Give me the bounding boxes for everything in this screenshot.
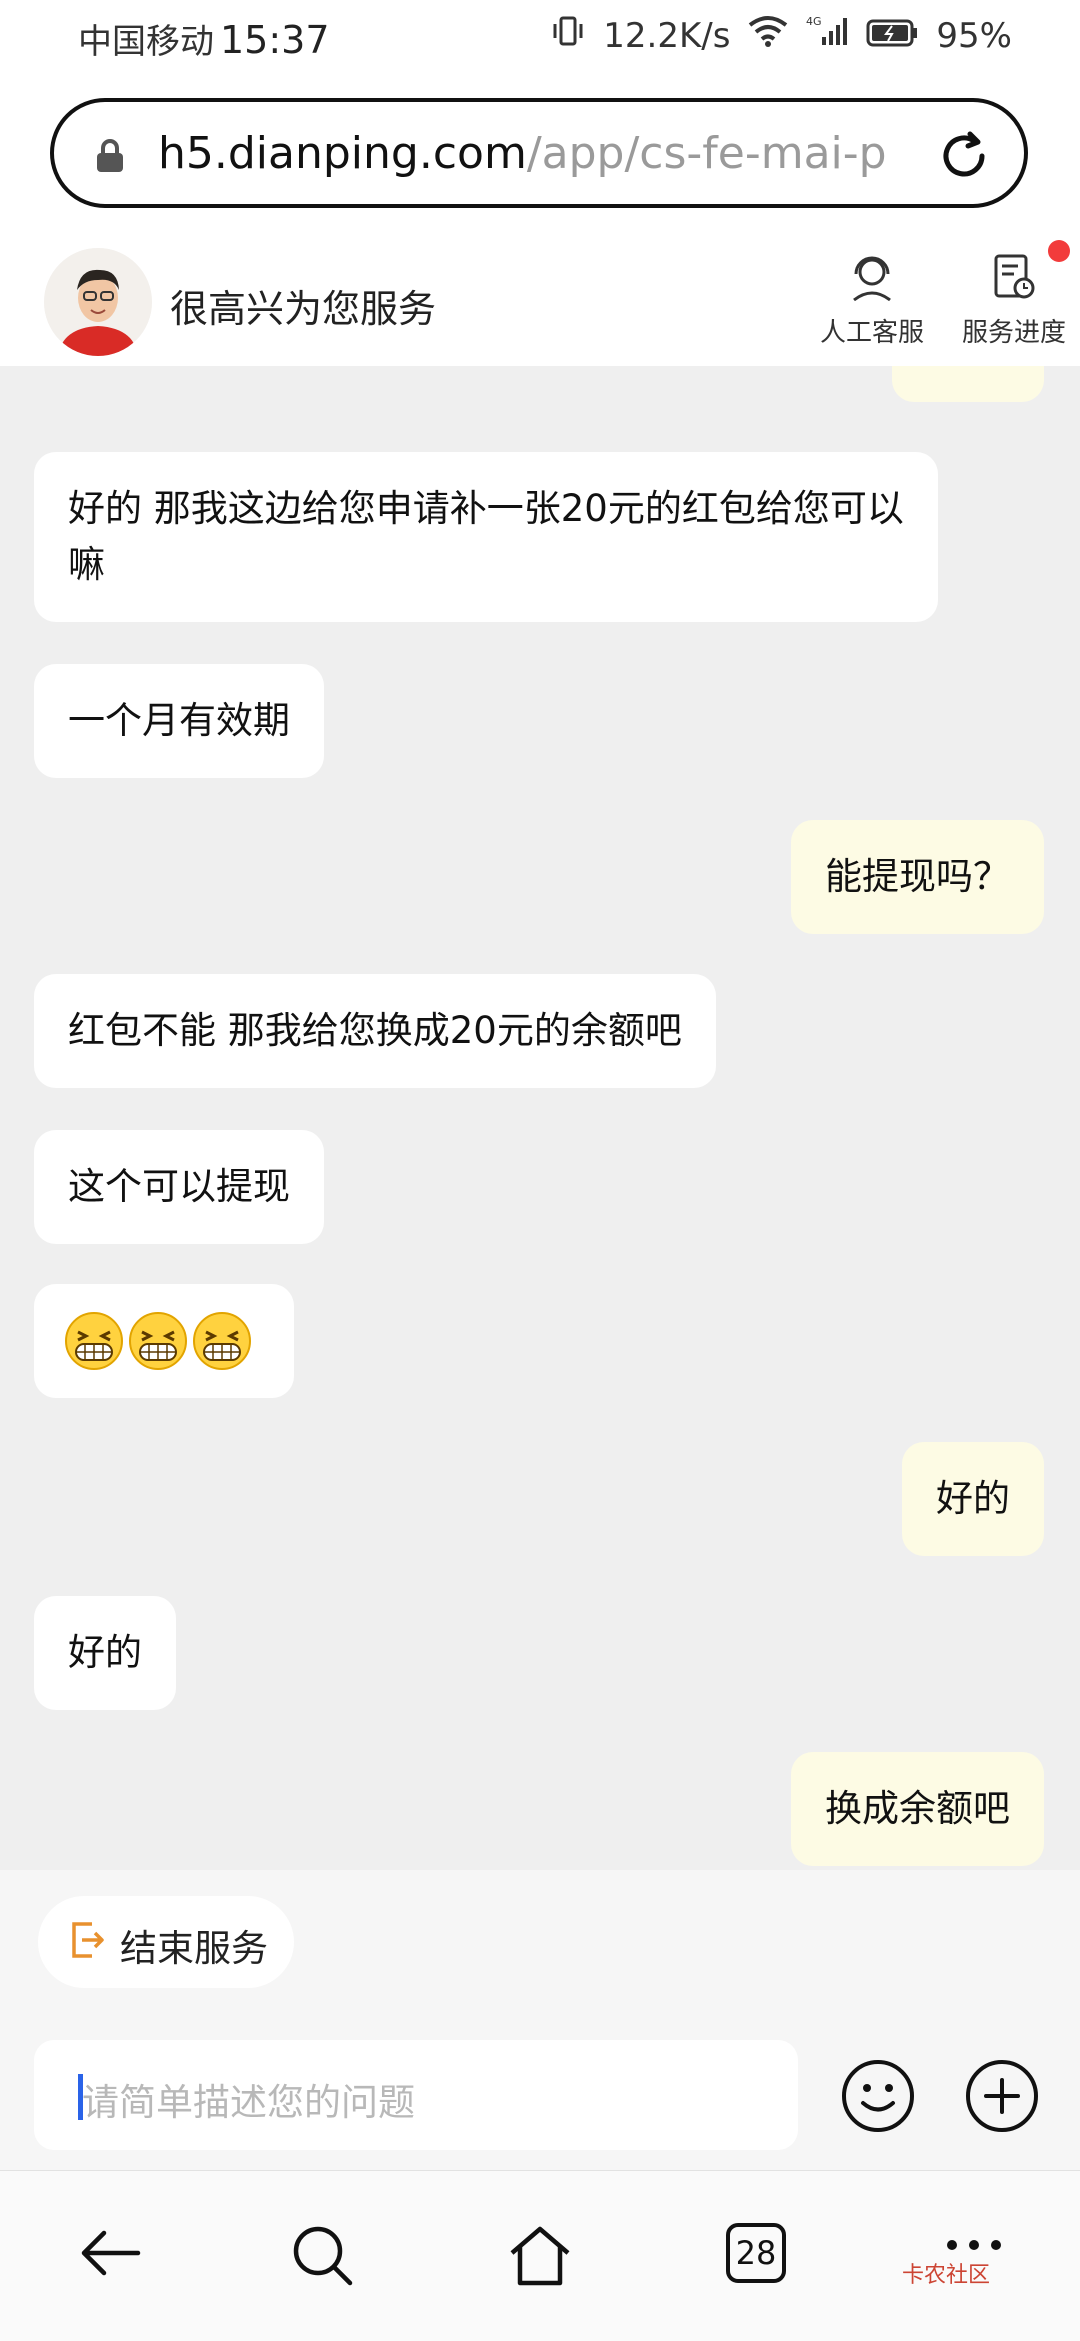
tabs-button[interactable]: 28 — [726, 2223, 786, 2283]
smiley-icon[interactable] — [838, 2056, 918, 2136]
wifi-icon — [748, 15, 788, 56]
carrier-name: 中国移动 — [78, 22, 214, 62]
search-icon[interactable] — [290, 2223, 358, 2287]
lock-icon — [97, 139, 123, 172]
message-text: 这个可以提现 — [68, 1165, 290, 1208]
url-path: /app/cs-fe-mai-p — [526, 128, 887, 179]
message-bubble: 红包不能 那我给您换成20元的余额吧 — [34, 974, 716, 1088]
url-bar[interactable]: h5.dianping.com/app/cs-fe-mai-p — [50, 98, 1028, 208]
message-bubble: 好的 — [902, 1442, 1044, 1556]
browser-toolbar: h5.dianping.com/app/cs-fe-mai-p — [0, 76, 1080, 228]
message-bubble: 好的 那我这边给您申请补一张20元的红包给您可以嘛 — [34, 452, 938, 622]
service-progress-button[interactable]: 服务进度 — [962, 250, 1066, 349]
vibrate-icon — [551, 14, 585, 57]
message-text: 换成余额吧 — [825, 1787, 1010, 1830]
header-title: 很高兴为您服务 — [170, 287, 437, 331]
back-arrow-icon[interactable] — [76, 2223, 144, 2283]
end-service-button[interactable]: 结束服务 — [38, 1896, 294, 1988]
message-text: 好的 — [936, 1477, 1010, 1520]
progress-doc-icon — [994, 254, 1035, 299]
message-bubble: 能提现吗？ — [791, 820, 1044, 934]
message-text: 红包不能 那我给您换成20元的余额吧 — [68, 1009, 682, 1052]
notification-dot — [1048, 240, 1070, 262]
chat-footer: 结束服务 请简单描述您的问题 — [0, 1870, 1080, 2170]
headset-icon — [853, 256, 891, 302]
human-service-button[interactable]: 人工客服 — [820, 250, 924, 349]
net-speed: 12.2K/s — [603, 15, 731, 56]
emoji-message-bubble — [34, 1284, 294, 1398]
status-right: 12.2K/s 4G 95% — [551, 14, 1012, 57]
input-placeholder: 请简单描述您的问题 — [82, 2081, 415, 2124]
url-text[interactable]: h5.dianping.com/app/cs-fe-mai-p — [158, 128, 944, 179]
grin-emoji — [65, 1312, 123, 1370]
clock: 15:37 — [220, 18, 330, 62]
browser-nav-bar: 28 卡农社区 — [0, 2170, 1080, 2341]
message-text: 好的 那我这边给您申请补一张20元的红包给您可以嘛 — [68, 487, 904, 586]
url-host: h5.dianping.com — [158, 128, 527, 179]
human-service-label: 人工客服 — [820, 318, 925, 348]
grin-emoji — [193, 1312, 251, 1370]
home-icon[interactable] — [506, 2223, 574, 2287]
svg-text:4G: 4G — [806, 15, 822, 28]
service-progress-label: 服务进度 — [962, 318, 1067, 348]
grin-emoji — [129, 1312, 187, 1370]
chat-area[interactable]: 好的 那我这边给您申请补一张20元的红包给您可以嘛 一个月有效期 能提现吗？ 红… — [0, 366, 1080, 1870]
plus-icon[interactable] — [962, 2056, 1042, 2136]
message-input[interactable]: 请简单描述您的问题 — [34, 2040, 798, 2150]
message-bubble: 换成余额吧 — [791, 1752, 1044, 1866]
reload-icon[interactable] — [934, 126, 994, 186]
battery-icon — [866, 16, 918, 56]
message-bubble: 这个可以提现 — [34, 1130, 324, 1244]
status-bar: 中国移动 15:37 12.2K/s 4G 95% — [0, 0, 1080, 76]
watermark-text: 卡农社区 — [902, 2263, 991, 2288]
end-service-label: 结束服务 — [120, 1927, 268, 1970]
message-bubble: 好的 — [34, 1596, 176, 1710]
exit-icon — [72, 1922, 104, 1958]
tab-count: 28 — [726, 2223, 786, 2283]
status-left: 中国移动 15:37 — [78, 14, 330, 63]
message-text: 好的 — [68, 1631, 142, 1674]
battery-percent: 95% — [936, 15, 1012, 56]
agent-avatar — [44, 248, 152, 356]
signal-icon: 4G — [806, 15, 848, 56]
message-bubble: 一个月有效期 — [34, 664, 324, 778]
message-text: 一个月有效期 — [68, 699, 290, 742]
message-text: 能提现吗？ — [825, 855, 1010, 898]
chat-header: 很高兴为您服务 人工客服 服务进度 — [0, 228, 1080, 366]
message-bubble-partial — [892, 366, 1044, 402]
